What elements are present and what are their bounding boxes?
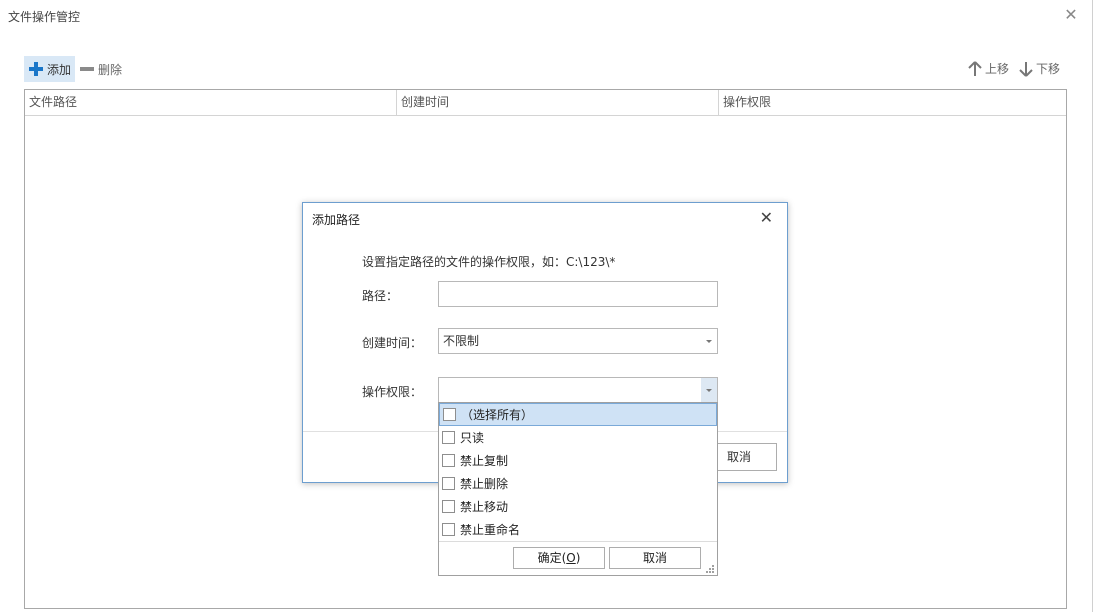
minus-icon xyxy=(79,61,95,77)
path-input[interactable] xyxy=(438,281,718,307)
dropdown-item-readonly[interactable]: 只读 xyxy=(439,426,717,449)
plus-icon xyxy=(28,61,44,77)
column-header-path[interactable]: 文件路径 xyxy=(25,90,397,115)
created-time-label: 创建时间： xyxy=(362,336,423,350)
move-down-button[interactable]: 下移 xyxy=(1019,60,1060,77)
dropdown-item-label: 禁止移动 xyxy=(460,500,509,514)
table-header: 文件路径 创建时间 操作权限 xyxy=(25,90,1066,116)
arrow-down-icon xyxy=(1019,61,1033,77)
permission-dropdown: （选择所有） 只读 禁止复制 禁止删除 禁止移动 禁止重命名 确定(O) 取消 xyxy=(438,402,718,576)
permission-label: 操作权限： xyxy=(362,385,423,399)
chevron-down-icon[interactable] xyxy=(701,329,717,353)
checkbox[interactable] xyxy=(442,454,455,467)
dropdown-item-label: 禁止复制 xyxy=(460,454,509,468)
checkbox[interactable] xyxy=(442,477,455,490)
column-header-created[interactable]: 创建时间 xyxy=(397,90,719,115)
checkbox[interactable] xyxy=(442,431,455,444)
dropdown-item-select-all[interactable]: （选择所有） xyxy=(439,403,717,426)
path-label: 路径： xyxy=(362,289,399,303)
dialog-title: 添加路径 xyxy=(312,213,361,227)
permission-select[interactable] xyxy=(438,377,718,403)
delete-button[interactable]: 删除 xyxy=(75,56,126,82)
move-up-label: 上移 xyxy=(984,62,1009,76)
dropdown-item-label: 禁止删除 xyxy=(460,477,509,491)
delete-button-label: 删除 xyxy=(98,62,123,77)
dropdown-ok-label: 确定(O) xyxy=(537,551,581,565)
dropdown-item-label: 只读 xyxy=(460,431,485,445)
order-tools: 上移 下移 xyxy=(958,60,1060,77)
move-up-button[interactable]: 上移 xyxy=(968,60,1009,77)
arrow-up-icon xyxy=(968,60,982,76)
dropdown-item-no-rename[interactable]: 禁止重命名 xyxy=(439,518,717,541)
toolbar: 添加 删除 xyxy=(24,56,126,82)
resize-grip-icon[interactable] xyxy=(705,564,714,573)
created-time-select[interactable]: 不限制 xyxy=(438,328,718,354)
move-down-label: 下移 xyxy=(1035,62,1060,76)
dialog-hint: 设置指定路径的文件的操作权限，如：C:\123\* xyxy=(362,255,616,269)
dropdown-ok-button[interactable]: 确定(O) xyxy=(513,547,605,569)
dropdown-item-no-delete[interactable]: 禁止删除 xyxy=(439,472,717,495)
dropdown-footer: 确定(O) 取消 xyxy=(439,541,717,575)
window-title: 文件操作管控 xyxy=(8,10,81,24)
window-close-icon[interactable]: ✕ xyxy=(1064,7,1078,23)
dropdown-item-label: （选择所有） xyxy=(461,408,534,422)
chevron-down-icon[interactable] xyxy=(701,378,717,402)
checkbox[interactable] xyxy=(443,408,456,421)
dialog-close-icon[interactable]: ✕ xyxy=(760,209,773,227)
dropdown-item-no-copy[interactable]: 禁止复制 xyxy=(439,449,717,472)
add-button-label: 添加 xyxy=(47,62,72,77)
column-header-permission[interactable]: 操作权限 xyxy=(719,90,1066,115)
checkbox[interactable] xyxy=(442,523,455,536)
dropdown-item-no-move[interactable]: 禁止移动 xyxy=(439,495,717,518)
add-button[interactable]: 添加 xyxy=(24,56,76,82)
checkbox[interactable] xyxy=(442,500,455,513)
dropdown-cancel-button[interactable]: 取消 xyxy=(609,547,701,569)
dropdown-item-label: 禁止重命名 xyxy=(460,523,521,537)
created-time-value: 不限制 xyxy=(443,334,480,348)
